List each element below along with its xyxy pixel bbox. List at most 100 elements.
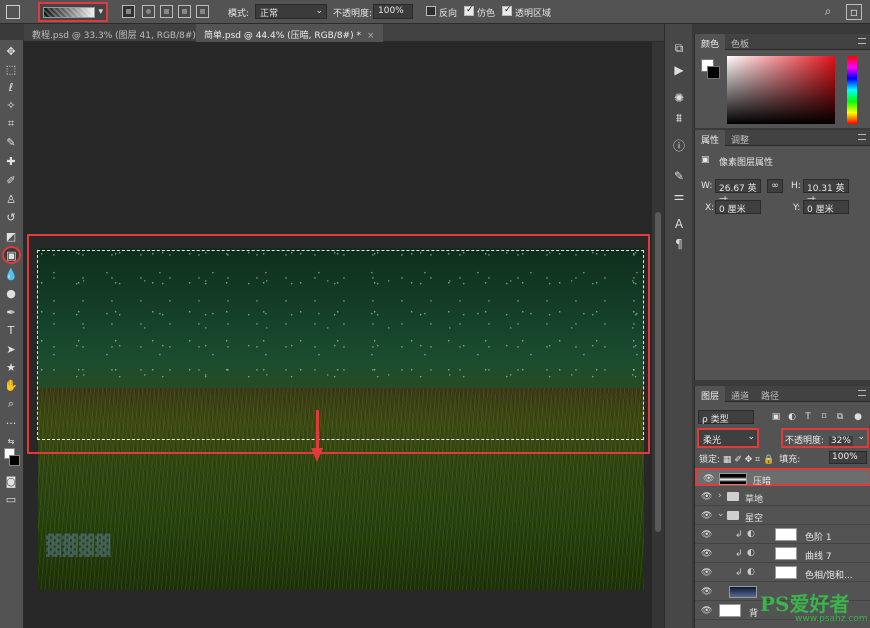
type-tool-icon[interactable]: T [3, 323, 19, 338]
healing-brush-tool-icon[interactable]: ✚ [3, 154, 19, 169]
gradient-tool-preset-icon[interactable] [6, 5, 20, 19]
adjustments-sliders-icon[interactable]: ⚌ [671, 188, 687, 204]
search-icon[interactable]: ⌕ [820, 4, 836, 20]
layer-name[interactable]: 色相/饱和... [805, 568, 853, 581]
lock-paint-icon[interactable]: ✐ [734, 455, 742, 465]
paragraph-panel-icon[interactable]: ¶ [671, 236, 687, 252]
shape-tool-icon[interactable]: ★ [3, 360, 19, 375]
info-panel-icon[interactable]: ⓘ [671, 138, 687, 154]
clone-stamp-tool-icon[interactable]: ♙ [3, 192, 19, 207]
width-field[interactable]: 26.67 英寸 [715, 179, 761, 207]
panel-menu-icon[interactable] [858, 38, 866, 44]
x-field[interactable]: 0 厘米 [715, 200, 761, 215]
visibility-eye-icon[interactable]: 👁 [701, 549, 712, 559]
lock-all-icon[interactable]: 🔒 [763, 455, 774, 465]
radial-gradient-button[interactable] [142, 5, 155, 18]
dither-checkbox[interactable] [464, 5, 474, 16]
layer-filter-select[interactable]: ρ 类型 [698, 410, 754, 425]
linear-gradient-button[interactable] [122, 5, 135, 18]
blend-mode-select[interactable]: 柔光 ⌄ [697, 428, 759, 448]
visibility-eye-icon[interactable]: 👁 [701, 587, 712, 597]
tool-presets-icon[interactable]: ✎ [671, 168, 687, 184]
gradient-swatch[interactable] [43, 7, 95, 18]
opacity-input[interactable]: 100% [373, 4, 413, 19]
tab-channels[interactable]: 通道 [725, 386, 755, 402]
marquee-tool-icon[interactable]: ⬚ [3, 62, 19, 77]
scrollbar-thumb[interactable] [655, 212, 661, 532]
crop-tool-icon[interactable]: ⌗ [3, 116, 19, 131]
pen-tool-icon[interactable]: ✒ [3, 305, 19, 320]
tab-tutorial[interactable]: 教程.psd @ 33.3% (图层 41, RGB/8#)× [24, 24, 217, 42]
link-icon[interactable]: ∞ [767, 179, 783, 193]
tab-layers[interactable]: 图层 [695, 386, 726, 402]
zoom-tool-icon[interactable]: ⌕ [3, 396, 19, 411]
background-color-swatch[interactable] [707, 66, 720, 79]
hand-tool-icon[interactable]: ✋ [3, 378, 19, 393]
reflected-gradient-button[interactable] [178, 5, 191, 18]
more-tools-icon[interactable]: ··· [3, 416, 19, 431]
visibility-eye-icon[interactable]: 👁 [701, 606, 712, 616]
history-brush-tool-icon[interactable]: ↺ [3, 210, 19, 225]
quick-mask-icon[interactable]: ◙ [3, 474, 19, 489]
filter-type-icon[interactable]: T [803, 412, 813, 422]
eraser-tool-icon[interactable]: ◩ [3, 229, 19, 244]
layer-name[interactable]: 星空 [745, 511, 763, 524]
tab-adjustments[interactable]: 调整 [725, 130, 755, 146]
color-field[interactable] [727, 56, 835, 124]
collapse-arrow-icon[interactable]: ⌄ [717, 509, 725, 519]
layer-row[interactable]: 👁 ↲ ◐ 曲线 7 [695, 545, 870, 563]
lock-position-icon[interactable]: ✥ [745, 455, 753, 465]
expand-arrow-icon[interactable]: › [718, 491, 722, 501]
layer-row[interactable]: 👁 ⌄ 星空 [695, 507, 870, 525]
diamond-gradient-button[interactable] [196, 5, 209, 18]
tab-simple[interactable]: 简单.psd @ 44.4% (压暗, RGB/8#) * × [196, 24, 383, 42]
chevron-down-icon[interactable]: ▾ [98, 7, 103, 17]
layer-name[interactable]: 色阶 1 [805, 530, 832, 543]
filter-smart-object-icon[interactable]: ⧉ [835, 412, 845, 422]
transparency-checkbox[interactable] [502, 5, 512, 16]
angle-gradient-button[interactable] [160, 5, 173, 18]
actions-panel-icon[interactable]: ▶ [671, 62, 687, 78]
visibility-eye-icon[interactable]: 👁 [701, 530, 712, 540]
layer-name[interactable]: 草地 [745, 492, 763, 505]
filter-adjustment-icon[interactable]: ◐ [787, 412, 797, 422]
screen-mode-icon[interactable]: ▭ [3, 492, 19, 507]
brush-settings-icon[interactable]: ✺ [671, 90, 687, 106]
visibility-eye-icon[interactable]: 👁 [703, 474, 714, 484]
character-panel-icon[interactable]: A [671, 216, 687, 232]
filter-pixel-icon[interactable]: ▣ [771, 412, 781, 422]
tab-color[interactable]: 颜色 [695, 34, 726, 50]
hue-slider[interactable] [847, 56, 857, 124]
tab-paths[interactable]: 路径 [755, 386, 785, 402]
mode-select[interactable]: 正常 ⌄ [255, 4, 327, 19]
tab-properties[interactable]: 属性 [695, 130, 726, 146]
lock-artboard-icon[interactable]: ⌗ [755, 455, 760, 465]
layer-name[interactable]: 曲线 7 [805, 549, 832, 562]
layer-row[interactable]: 👁 ↲ ◐ 色阶 1 [695, 526, 870, 544]
dodge-tool-icon[interactable]: ● [3, 286, 19, 301]
magic-wand-tool-icon[interactable]: ✧ [3, 98, 19, 113]
reverse-checkbox[interactable] [426, 6, 436, 16]
brush-presets-icon[interactable]: ⩩ [671, 110, 687, 126]
panel-menu-icon[interactable] [858, 134, 866, 140]
y-field[interactable]: 0 厘米 [803, 200, 849, 215]
history-panel-icon[interactable]: ⧉ [671, 40, 687, 56]
lasso-tool-icon[interactable]: ℓ [3, 80, 19, 95]
visibility-eye-icon[interactable]: 👁 [701, 492, 712, 502]
blur-tool-icon[interactable]: 💧 [3, 267, 19, 282]
layer-name[interactable]: 背 [749, 606, 758, 619]
layer-opacity-control[interactable]: 不透明度: 32% ⌄ [781, 428, 869, 448]
layer-row[interactable]: 👁 压暗 [695, 468, 870, 487]
layer-row[interactable]: 👁 ↲ ◐ 色相/饱和... [695, 564, 870, 582]
workspace-icon[interactable]: ▫ [846, 4, 862, 20]
layer-opacity-value[interactable]: 32% [828, 436, 853, 446]
close-icon[interactable]: × [367, 31, 375, 41]
eyedropper-tool-icon[interactable]: ✎ [3, 135, 19, 150]
gradient-picker[interactable]: ▾ [38, 2, 108, 22]
swap-colors-icon[interactable]: ⇆ [3, 434, 19, 449]
visibility-eye-icon[interactable]: 👁 [701, 511, 712, 521]
layer-row[interactable]: 👁 › 草地 [695, 488, 870, 506]
filter-shape-icon[interactable]: ⌑ [819, 412, 829, 422]
height-field[interactable]: 10.31 英寸 [803, 179, 849, 207]
gradient-tool-icon[interactable]: ▣ [2, 246, 21, 264]
